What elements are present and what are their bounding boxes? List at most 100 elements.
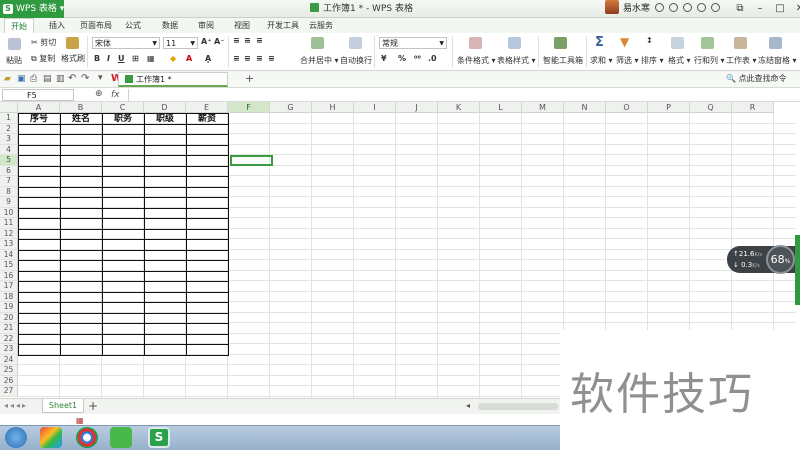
avatar[interactable] [605,0,619,14]
worksheet-icon[interactable] [734,37,747,49]
table-header-cell[interactable]: 职务 [102,114,144,124]
row-header-21[interactable]: 21 [0,323,18,334]
smart-toolbox-icon[interactable] [554,37,567,49]
sheet-nav-icon[interactable]: ◂◂◂▸ [4,401,28,410]
merge-center-icon[interactable] [311,37,324,49]
column-header-e[interactable]: E [186,102,228,113]
column-header-a[interactable]: A [18,102,60,113]
add-sheet-icon[interactable]: + [88,399,98,413]
table-header-cell[interactable]: 薪资 [186,114,228,124]
name-box[interactable]: F5 [2,89,74,101]
row-header-5[interactable]: 5 [0,155,18,166]
table-cell[interactable] [144,344,187,356]
table-header-cell[interactable]: 序号 [18,114,60,124]
wrap-text-icon[interactable] [349,37,362,49]
row-header-20[interactable]: 20 [0,312,18,323]
align-middle-icon[interactable]: ≡ [244,36,251,45]
bold-button[interactable]: B [94,54,100,63]
chevron-down-icon[interactable]: ▾ [98,73,103,83]
wrap-text-button[interactable]: 自动换行 [340,55,372,66]
row-header-18[interactable]: 18 [0,291,18,302]
formula-input[interactable] [128,89,796,101]
column-header-m[interactable]: M [522,102,564,113]
maximize-icon[interactable]: □ [770,0,790,18]
fill-color-icon[interactable]: ◆ [170,54,176,63]
close-icon[interactable]: ✕ [790,0,800,18]
chrome-icon[interactable] [76,427,98,448]
tab-review[interactable]: 审阅 [198,18,214,33]
font-size-select[interactable]: 11 ▼ [163,37,198,49]
new-tab-icon[interactable]: + [245,72,254,85]
user-area[interactable]: 易水寒 [605,0,721,18]
border-icon[interactable]: ⊞ [132,54,139,63]
row-header-19[interactable]: 19 [0,302,18,313]
tab-insert[interactable]: 插入 [49,18,65,33]
column-header-j[interactable]: J [396,102,438,113]
column-header-o[interactable]: O [606,102,648,113]
tab-developer[interactable]: 开发工具 [267,18,299,33]
column-header-d[interactable]: D [144,102,186,113]
align-top-icon[interactable]: ≡ [233,36,240,45]
app-icon[interactable] [40,427,62,448]
row-header-9[interactable]: 9 [0,197,18,208]
conditional-format-icon[interactable] [469,37,482,49]
status-icon[interactable] [655,3,665,12]
row-header-22[interactable]: 22 [0,333,18,344]
preview-icon[interactable]: ▤ [43,74,52,84]
network-speed-widget[interactable]: ↑21.6K/s ↓ 0.3K/s 68% [727,245,797,274]
row-header-16[interactable]: 16 [0,270,18,281]
conditional-format-button[interactable]: 条件格式 ▾ [457,55,496,66]
column-header-k[interactable]: K [438,102,480,113]
column-header-b[interactable]: B [60,102,102,113]
thousands-icon[interactable]: ⁰⁰ [414,54,421,63]
sheet-tab[interactable]: Sheet1 [42,399,84,413]
table-style-button[interactable]: 表格样式 ▾ [497,55,536,66]
minimize-icon[interactable]: – [750,0,770,18]
row-header-10[interactable]: 10 [0,207,18,218]
currency-icon[interactable]: ¥ [381,54,387,63]
print-icon[interactable]: ⎙ [30,74,37,84]
copy-button[interactable]: ⧉ 复制 [31,53,55,64]
filter-button[interactable]: 筛选 ▾ [616,55,639,66]
restore-icon[interactable]: ⧉ [730,0,750,18]
scroll-left-icon[interactable]: ◂ [466,401,470,410]
row-header-7[interactable]: 7 [0,176,18,187]
filter-icon[interactable]: ▼ [620,35,629,49]
sum-button[interactable]: 求和 ▾ [590,55,613,66]
column-header-n[interactable]: N [564,102,606,113]
row-header-17[interactable]: 17 [0,281,18,292]
tab-data[interactable]: 数据 [162,18,178,33]
redo-icon[interactable]: ↷ [81,73,89,84]
format-button[interactable]: 格式 ▾ [668,55,691,66]
tab-formulas[interactable]: 公式 [125,18,141,33]
grow-font-button[interactable]: A⁺ [201,37,211,46]
row-header-11[interactable]: 11 [0,218,18,229]
table-header-cell[interactable]: 姓名 [60,114,102,124]
find-command-input[interactable]: 🔍 点此查找命令 [726,73,787,84]
table-cell[interactable] [186,344,229,356]
row-header-1[interactable]: 1 [0,113,18,124]
clear-format-icon[interactable]: A͓ [205,54,211,63]
freeze-button[interactable]: 冻结窗格 ▾ [758,55,797,66]
decimal-icon[interactable]: .0 [428,54,437,63]
row-header-2[interactable]: 2 [0,123,18,134]
font-color-icon[interactable]: A [186,54,192,63]
format-painter-icon[interactable] [66,37,79,49]
row-header-26[interactable]: 26 [0,375,18,386]
align-center-icon[interactable]: ≡ [244,54,251,63]
row-header-24[interactable]: 24 [0,354,18,365]
fx-icon[interactable]: fx [111,88,120,102]
paste-icon[interactable] [8,38,21,50]
column-header-l[interactable]: L [480,102,522,113]
wps-taskbar-icon[interactable]: S [148,427,170,448]
save-icon[interactable]: ▣ [17,74,26,84]
row-header-8[interactable]: 8 [0,186,18,197]
row-header-4[interactable]: 4 [0,144,18,155]
table-cell[interactable] [60,344,103,356]
wechat-icon[interactable] [110,427,132,448]
selected-cell[interactable] [230,155,273,166]
help-icon[interactable] [711,3,721,12]
settings-icon[interactable] [683,3,693,12]
table-style-icon[interactable] [508,37,521,49]
row-col-button[interactable]: 行和列 ▾ [694,55,725,66]
